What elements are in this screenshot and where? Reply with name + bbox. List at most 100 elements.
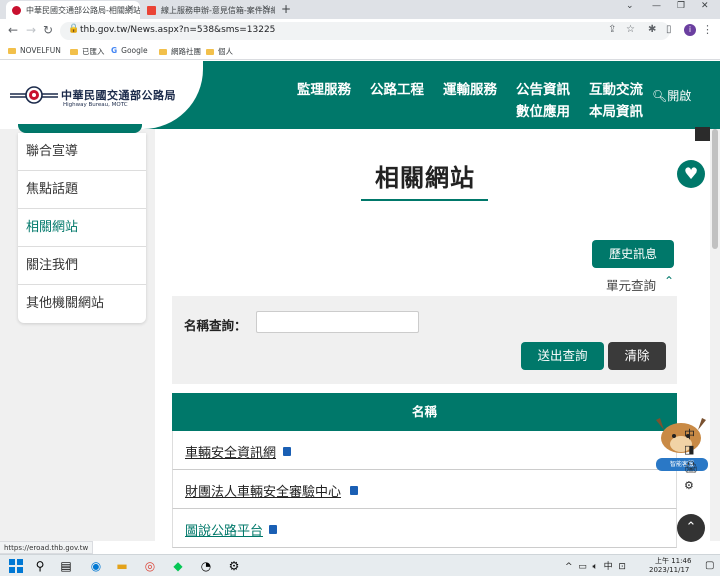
bookmark-star-icon[interactable]: ☆ xyxy=(626,24,635,35)
nav-item[interactable]: 監理服務 xyxy=(297,78,351,98)
bookmark-item[interactable]: NOVELFUN xyxy=(8,46,61,55)
title-underline xyxy=(361,199,488,201)
task-view-icon[interactable]: ▤ xyxy=(58,558,74,574)
search-toggle-button[interactable]: 🔍︎開啟 xyxy=(652,87,691,104)
table-row: 財團法人車輛安全審驗中心 xyxy=(172,470,677,509)
more-menu-icon[interactable]: ⋮ xyxy=(702,23,713,36)
site-header: 中華民國交通部公路局 Highway Bureau, MOTC 監理服務 公路工… xyxy=(0,61,720,129)
profile-avatar[interactable]: i xyxy=(684,24,696,36)
sidebar-item-focus[interactable]: 焦點話題 xyxy=(18,171,146,209)
site-link[interactable]: 財團法人車輛安全審驗中心 xyxy=(185,481,341,500)
browser-tab-strip: 中華民國交通部公路局-相關網站 ✕ 線上服務申辦-意見信箱-案件詳細 ✕ + ⌄… xyxy=(0,0,720,19)
nav-item[interactable]: 公告資訊 xyxy=(516,78,570,98)
site-favicon-icon xyxy=(12,5,21,15)
sidebar-item-follow-us[interactable]: 關注我們 xyxy=(18,247,146,285)
nav-item[interactable]: 公路工程 xyxy=(370,78,424,98)
ime-mode-icon[interactable]: ⊡ xyxy=(618,562,626,572)
nav-item[interactable]: 互動交流 xyxy=(589,78,643,98)
line-app-icon[interactable]: ◆ xyxy=(170,558,186,574)
search-form: 名稱查詢： 送出查詢 清除 xyxy=(172,296,677,384)
logo-title: 中華民國交通部公路局 xyxy=(61,89,176,102)
scrollbar-thumb[interactable] xyxy=(712,129,718,249)
bookmark-item[interactable]: 網路社團 xyxy=(159,46,201,57)
sidebar-item-related-sites[interactable]: 相關網站 xyxy=(18,209,146,247)
tab-active[interactable]: 中華民國交通部公路局-相關網站 ✕ xyxy=(6,1,140,19)
status-bar-url: https://eroad.thb.gov.tw xyxy=(0,541,94,554)
submit-query-button[interactable]: 送出查詢 xyxy=(521,342,604,370)
chevron-up-icon[interactable]: ⌃ xyxy=(664,274,674,288)
tab-title: 線上服務申辦-意見信箱-案件詳細 xyxy=(161,5,275,15)
sidepanel-icon[interactable]: ▯ xyxy=(666,24,672,35)
google-icon: G xyxy=(111,46,118,55)
settings-gear-icon[interactable]: ⚙ xyxy=(226,558,242,574)
logo-subtitle: Highway Bureau, MOTC xyxy=(63,102,128,108)
clock-date[interactable]: 2023/11/17 xyxy=(649,566,689,574)
url-text: thb.gov.tw/News.aspx?n=538&sms=13225 xyxy=(80,25,276,35)
bookmark-item[interactable]: G Google xyxy=(111,46,148,55)
bookmarks-bar: NOVELFUN 已匯入 G Google 網路社團 個人 xyxy=(0,43,720,60)
bureau-logo-icon xyxy=(10,86,58,104)
decorative-image xyxy=(695,127,710,141)
system-tray: ^ ▭ 🔈︎ 中 ⊡ xyxy=(565,559,626,572)
restore-icon[interactable]: ❐ xyxy=(677,1,685,11)
contrast-icon[interactable]: ◨ xyxy=(684,443,694,456)
minimize-icon[interactable]: — xyxy=(652,1,661,11)
tab-inactive[interactable]: 線上服務申辦-意見信箱-案件詳細 ✕ xyxy=(141,1,275,19)
table-row: 車輛安全資訊網 xyxy=(172,431,677,470)
network-icon[interactable]: ▭ xyxy=(578,562,587,572)
new-tab-icon[interactable]: + xyxy=(281,2,291,16)
windows-start-icon[interactable] xyxy=(8,558,24,574)
accessibility-tools: 中 ◨ 🖨 ⚙ xyxy=(680,418,702,498)
name-query-input[interactable] xyxy=(256,311,419,333)
folder-icon xyxy=(70,48,78,55)
chrome-icon[interactable]: ◎ xyxy=(142,558,158,574)
notification-icon[interactable]: ▢ xyxy=(705,560,714,571)
back-to-top-button[interactable]: ⌃ xyxy=(677,514,705,542)
language-toggle[interactable]: 中 xyxy=(684,426,695,442)
search-icon[interactable]: ⚲ xyxy=(32,558,48,574)
clear-button[interactable]: 清除 xyxy=(608,342,666,370)
favorite-heart-icon[interactable]: ♥ xyxy=(677,160,705,188)
forward-icon[interactable]: → xyxy=(26,23,36,37)
site-logo[interactable]: 中華民國交通部公路局 Highway Bureau, MOTC xyxy=(0,61,203,129)
external-link-icon xyxy=(283,447,291,456)
back-icon[interactable]: ← xyxy=(8,23,18,37)
history-button[interactable]: 歷史訊息 xyxy=(592,240,674,268)
unit-query-toggle[interactable]: 單元查詢 xyxy=(606,275,656,294)
address-bar[interactable]: 🔒 thb.gov.tw/News.aspx?n=538&sms=13225 ⇪… xyxy=(60,22,670,40)
close-window-icon[interactable]: ✕ xyxy=(701,1,709,11)
reload-icon[interactable]: ↻ xyxy=(43,23,53,37)
settings-gear-icon[interactable]: ⚙ xyxy=(684,479,694,492)
browser-toolbar: ← → ↻ 🔒 thb.gov.tw/News.aspx?n=538&sms=1… xyxy=(0,19,720,43)
gmail-favicon-icon xyxy=(147,5,156,15)
name-query-label: 名稱查詢： xyxy=(184,318,247,333)
share-icon[interactable]: ⇪ xyxy=(608,24,616,35)
site-link[interactable]: 車輛安全資訊網 xyxy=(185,442,276,461)
nav-item[interactable]: 運輸服務 xyxy=(443,78,497,98)
chevron-down-icon[interactable]: ⌄ xyxy=(626,1,634,11)
sidebar-item-other-agencies[interactable]: 其他機關網站 xyxy=(18,285,146,323)
folder-icon xyxy=(206,48,214,55)
close-tab-icon[interactable]: ✕ xyxy=(126,4,134,14)
bookmark-item[interactable]: 個人 xyxy=(206,46,233,57)
file-explorer-icon[interactable]: ▬ xyxy=(114,558,130,574)
sidebar-item-campaign[interactable]: 聯合宣導 xyxy=(18,133,146,171)
external-link-icon xyxy=(269,525,277,534)
ime-indicator[interactable]: 中 xyxy=(604,562,613,572)
volume-icon[interactable]: 🔈︎ xyxy=(593,562,598,572)
nav-item[interactable]: 數位應用 xyxy=(516,100,570,120)
print-icon[interactable]: 🖨 xyxy=(684,461,698,474)
nav-item[interactable]: 本局資訊 xyxy=(589,100,643,120)
extensions-icon[interactable]: ✱ xyxy=(648,24,656,35)
lock-icon[interactable]: 🔒 xyxy=(68,24,79,34)
edge-browser-icon[interactable]: ◉ xyxy=(88,558,104,574)
folder-icon xyxy=(8,47,16,54)
page-scrollbar[interactable] xyxy=(710,129,720,541)
table-row: 圖說公路平台 xyxy=(172,509,677,548)
site-link[interactable]: 圖說公路平台 xyxy=(185,520,263,539)
bookmark-item[interactable]: 已匯入 xyxy=(70,46,105,57)
clock-app-icon[interactable]: ◔ xyxy=(198,558,214,574)
close-tab-icon[interactable]: ✕ xyxy=(261,4,269,14)
chevron-up-icon[interactable]: ^ xyxy=(565,562,573,572)
clock-time[interactable]: 上午 11:46 xyxy=(655,556,691,566)
